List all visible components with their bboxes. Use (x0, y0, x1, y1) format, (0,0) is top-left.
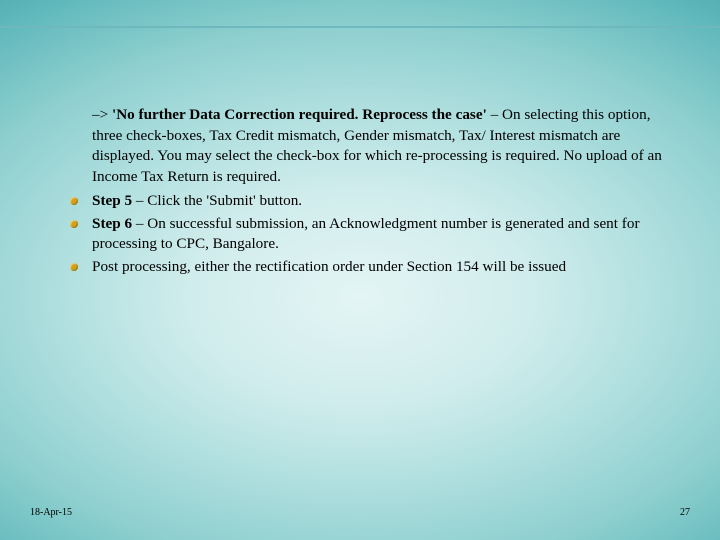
footer-page-number: 27 (680, 507, 690, 518)
list-item: Post processing, either the rectificatio… (68, 257, 680, 278)
step-text: – On successful submission, an Acknowled… (92, 215, 640, 253)
bullet-list: Step 5 – Click the 'Submit' button. Step… (56, 191, 680, 277)
footer-date: 18-Apr-15 (30, 507, 72, 518)
step-text: – Click the 'Submit' button. (132, 192, 302, 209)
intro-prefix: –> (92, 106, 112, 123)
step-label: Step 6 (92, 215, 132, 232)
step-label: Step 5 (92, 192, 132, 209)
decorative-top-line (0, 26, 720, 28)
slide: –> 'No further Data Correction required.… (0, 0, 720, 540)
list-item: Step 6 – On successful submission, an Ac… (68, 214, 680, 255)
list-item: Step 5 – Click the 'Submit' button. (68, 191, 680, 212)
slide-content: –> 'No further Data Correction required.… (56, 105, 680, 279)
step-text: Post processing, either the rectificatio… (92, 258, 566, 275)
intro-paragraph: –> 'No further Data Correction required.… (92, 105, 680, 187)
intro-bold: 'No further Data Correction required. Re… (112, 106, 487, 123)
